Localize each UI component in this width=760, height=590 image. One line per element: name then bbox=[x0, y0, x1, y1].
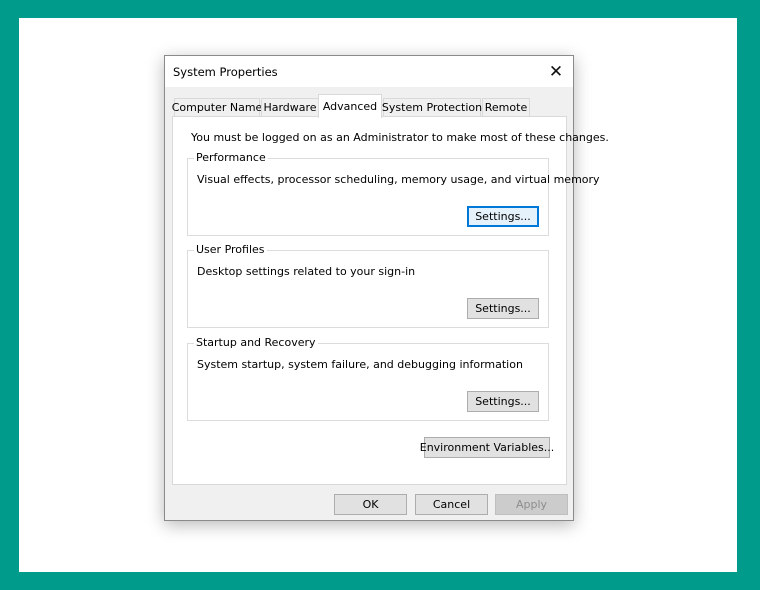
user-profiles-legend: User Profiles bbox=[194, 243, 267, 256]
user-profiles-group: User Profiles Desktop settings related t… bbox=[187, 243, 549, 328]
tab-hardware[interactable]: Hardware bbox=[261, 98, 319, 116]
tab-system-protection[interactable]: System Protection bbox=[382, 98, 482, 116]
performance-legend: Performance bbox=[194, 151, 268, 164]
system-properties-dialog: System Properties ✕ Computer Name Hardwa… bbox=[164, 55, 609, 521]
performance-settings-button[interactable]: Settings... bbox=[467, 206, 539, 227]
startup-recovery-description: System startup, system failure, and debu… bbox=[197, 358, 523, 371]
close-icon[interactable]: ✕ bbox=[539, 56, 573, 87]
environment-variables-button[interactable]: Environment Variables... bbox=[420, 437, 554, 458]
cancel-button[interactable]: Cancel bbox=[415, 494, 488, 515]
ok-button[interactable]: OK bbox=[334, 494, 407, 515]
dialog-title: System Properties bbox=[173, 65, 278, 79]
admin-note: You must be logged on as an Administrato… bbox=[191, 131, 609, 144]
tab-computer-name[interactable]: Computer Name bbox=[172, 98, 262, 116]
startup-recovery-settings-button[interactable]: Settings... bbox=[467, 391, 539, 412]
tab-remote[interactable]: Remote bbox=[482, 98, 530, 116]
performance-description: Visual effects, processor scheduling, me… bbox=[197, 173, 600, 186]
advanced-tab-panel: You must be logged on as an Administrato… bbox=[172, 116, 609, 485]
startup-recovery-group: Startup and Recovery System startup, sys… bbox=[187, 336, 549, 421]
startup-recovery-legend: Startup and Recovery bbox=[194, 336, 318, 349]
performance-group: Performance Visual effects, processor sc… bbox=[187, 151, 600, 236]
apply-button[interactable]: Apply bbox=[495, 494, 568, 515]
user-profiles-settings-button[interactable]: Settings... bbox=[467, 298, 539, 319]
tab-advanced[interactable]: Advanced bbox=[318, 94, 382, 118]
user-profiles-description: Desktop settings related to your sign-in bbox=[197, 265, 416, 278]
title-bar[interactable]: System Properties ✕ bbox=[165, 56, 573, 87]
tab-strip: Computer Name Hardware Advanced System P… bbox=[172, 94, 572, 118]
